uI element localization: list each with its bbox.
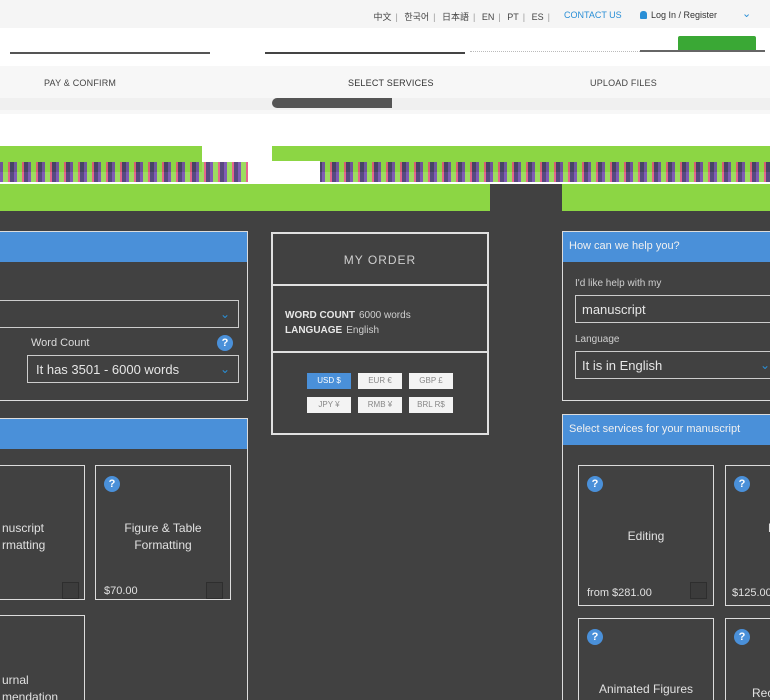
card-title-line1: Figure & Table — [124, 521, 202, 535]
service-card-figure-table-formatting[interactable]: ? Figure & Table Formatting $70.00 — [95, 465, 231, 600]
order-divider — [273, 351, 487, 353]
currency-jpy-button[interactable]: JPY ¥ — [307, 397, 351, 413]
panel-header: How can we help you? — [563, 232, 770, 262]
service-card-editing[interactable]: ? Editing from $281.00 — [578, 465, 714, 606]
service-card-animated-figures[interactable]: ? Animated Figures — [578, 618, 714, 700]
help-panel: How can we help you? I'd like help with … — [562, 231, 770, 401]
order-steps: PAY & CONFIRM SELECT SERVICES UPLOAD FIL… — [0, 66, 770, 114]
progress-bar — [272, 98, 392, 108]
language-label: Language — [575, 334, 620, 345]
lang-es[interactable]: ES — [532, 12, 544, 22]
currency-eur-button[interactable]: EUR € — [358, 373, 402, 389]
card-title-line1: nuscript — [2, 521, 45, 535]
card-price: from $281.00 — [587, 587, 652, 599]
step-pay-confirm: PAY & CONFIRM — [44, 78, 117, 88]
help-title: How can we help you? — [569, 240, 680, 252]
person-icon — [640, 11, 647, 19]
service-card-recommendation[interactable]: ? Reco — [725, 618, 770, 700]
chevron-down-icon: ⌄ — [759, 358, 770, 372]
nav-underline — [640, 50, 765, 52]
word-count-value: It has 3501 - 6000 words — [36, 362, 180, 377]
currency-gbp-button[interactable]: GBP £ — [409, 373, 453, 389]
main-nav — [0, 32, 770, 66]
service-card-journal-recommendation[interactable]: urnal mendation — [0, 615, 85, 700]
card-title: Editing — [627, 529, 665, 543]
panel-header: Select services for your manuscript — [563, 415, 770, 445]
left-services-panel: nuscript rmatting ? Figure & Table Forma… — [0, 418, 248, 700]
my-order-panel: MY ORDER WORD COUNT 6000 words LANGUAGE En… — [271, 232, 489, 435]
logo[interactable] — [10, 40, 210, 54]
language-select[interactable]: It is in English ⌄ — [575, 351, 770, 379]
help-icon[interactable]: ? — [734, 629, 750, 645]
lang-ja[interactable]: 日本語 — [442, 12, 469, 22]
word-count-label: Word Count — [31, 337, 90, 349]
select-services-panel: Select services for your manuscript ? Ed… — [562, 414, 770, 700]
language-value: It is in English — [582, 358, 663, 373]
panel-header — [0, 232, 247, 262]
card-title-line2: rmatting — [2, 538, 46, 552]
help-with-value: manuscript — [582, 302, 646, 317]
currency-rmb-button[interactable]: RMB ¥ — [358, 397, 402, 413]
panel-header — [0, 419, 247, 449]
select-checkbox[interactable] — [690, 582, 707, 599]
help-icon[interactable]: ? — [104, 476, 120, 492]
nav-divider — [470, 44, 640, 52]
word-count-value: 6000 words — [359, 310, 411, 321]
document-type-select[interactable]: ⌄ — [0, 300, 239, 328]
promo-banner-lower-left — [0, 184, 490, 211]
utility-bar: 中文 | 한국어 | 日本語 | EN | PT | ES | CONTACT US Log… — [0, 0, 770, 28]
word-count-label: WORD COUNT — [285, 310, 355, 321]
select-services-title: Select services for your manuscript — [569, 423, 741, 435]
chevron-down-icon: ⌄ — [219, 307, 230, 321]
help-with-label: I'd like help with my — [575, 278, 662, 289]
card-title-line2: F — [726, 537, 770, 554]
card-title-line2: Formatting — [134, 538, 192, 552]
lang-pt[interactable]: PT — [507, 12, 519, 22]
chevron-down-icon: ⌄ — [219, 362, 230, 376]
lang-ko[interactable]: 한국어 — [404, 12, 429, 22]
language-value: English — [346, 325, 380, 336]
language-switcher: 中文 | 한국어 | 日本語 | EN | PT | ES | — [373, 12, 550, 22]
card-title-line1: urnal — [2, 673, 29, 687]
card-title: Reco — [751, 686, 770, 700]
select-checkbox[interactable] — [62, 582, 79, 599]
promo-banner-noise — [0, 162, 770, 182]
chevron-down-icon[interactable]: ⌄ — [742, 7, 751, 20]
login-register-link[interactable]: Log In / Register — [640, 10, 717, 20]
main-content-notch — [490, 184, 562, 211]
help-icon[interactable]: ? — [217, 335, 233, 351]
nav-menu — [265, 42, 465, 54]
lang-en[interactable]: EN — [482, 12, 495, 22]
service-card-manuscript-formatting[interactable]: nuscript rmatting — [0, 465, 85, 600]
login-label: Log In / Register — [651, 10, 718, 20]
help-icon[interactable]: ? — [587, 629, 603, 645]
language-label: LANGUAGE — [285, 325, 343, 336]
currency-brl-button[interactable]: BRL R$ — [409, 397, 453, 413]
word-count-select[interactable]: It has 3501 - 6000 words ⌄ — [27, 355, 239, 383]
card-price: $125.00 — [732, 587, 770, 599]
order-summary: WORD COUNT 6000 words LANGUAGE English — [285, 308, 411, 338]
select-checkbox[interactable] — [206, 582, 223, 599]
help-with-select[interactable]: manuscript — [575, 295, 770, 323]
promo-banner-lower-right — [562, 184, 770, 211]
step-upload-files: UPLOAD FILES — [590, 78, 657, 88]
promo-banner-gap — [248, 161, 320, 183]
card-price: $70.00 — [104, 585, 138, 597]
manuscript-details-panel: ⌄ Word Count ? It has 3501 - 6000 words … — [0, 231, 248, 401]
my-order-title: MY ORDER — [273, 234, 487, 286]
contact-us-link[interactable]: CONTACT US — [564, 10, 622, 20]
currency-usd-button[interactable]: USD $ — [307, 373, 351, 389]
help-icon[interactable]: ? — [587, 476, 603, 492]
card-title-line2: mendation — [2, 690, 59, 700]
lang-zh[interactable]: 中文 — [373, 12, 391, 22]
card-title-line1: M — [726, 520, 770, 537]
service-card-partial[interactable]: ? M F $125.00 — [725, 465, 770, 606]
card-title: Animated Figures — [598, 682, 694, 696]
help-icon[interactable]: ? — [734, 476, 750, 492]
step-select-services: SELECT SERVICES — [348, 78, 434, 88]
